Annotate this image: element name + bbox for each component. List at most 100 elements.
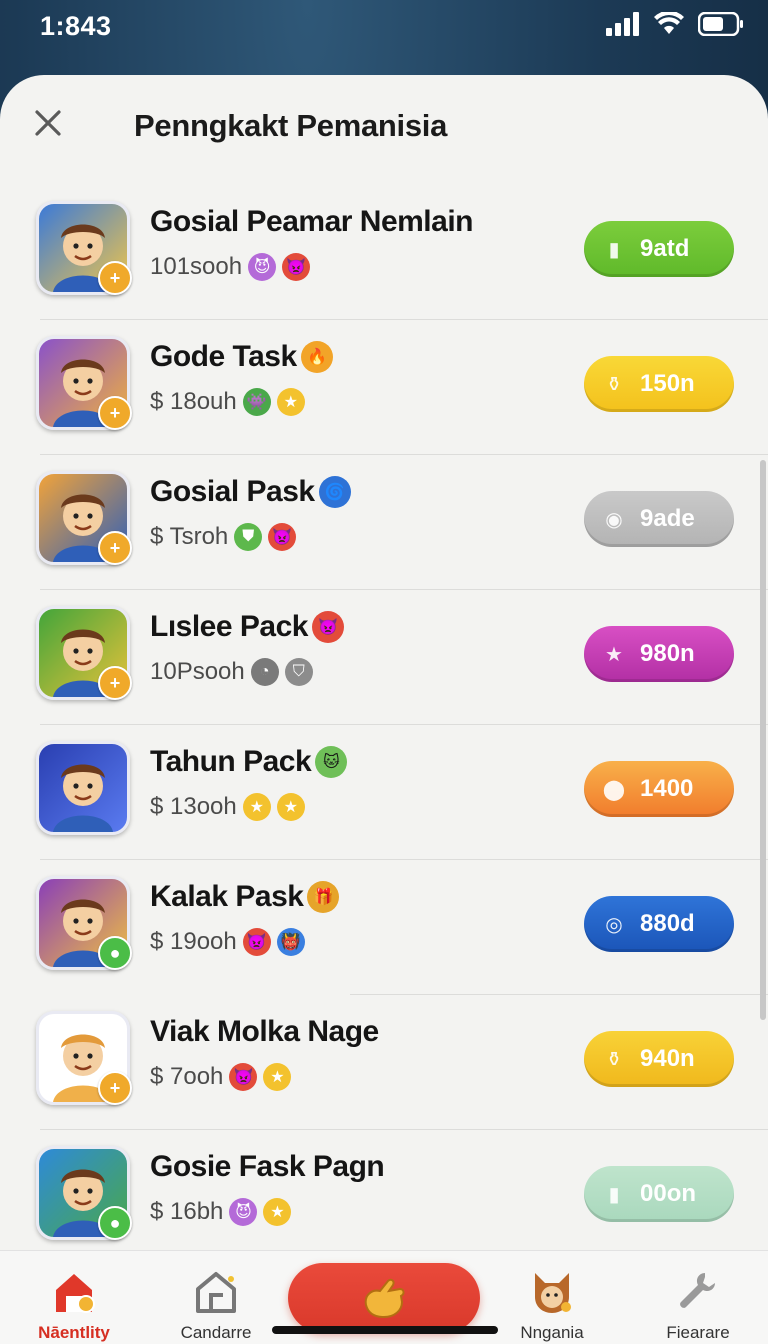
- pack-list: + Gosial Peamar Nemlain 101sooh 😈 👿 ▮ 9atd + God…: [0, 185, 768, 1265]
- medal-icon: ◉: [605, 508, 623, 531]
- home-indicator: [272, 1326, 498, 1334]
- tab-home-label: Nāentlity: [38, 1323, 110, 1342]
- pack-icon: [36, 741, 130, 835]
- pack-subtitle: $ 13ooh ★ ★: [150, 793, 305, 821]
- can-icon: ▮: [608, 238, 620, 261]
- blue-swirl-icon: 🌀: [318, 476, 351, 508]
- buy-button[interactable]: ⬤ 1400: [584, 761, 734, 817]
- shield-gray-icon: ⛉: [284, 658, 313, 686]
- status-bar: 1:843: [0, 0, 768, 70]
- red-devil-icon: 👿: [229, 1063, 258, 1091]
- status-time: 1:843: [40, 10, 112, 41]
- pack-badge-icon: +: [98, 396, 132, 430]
- star-icon: ★: [276, 388, 305, 416]
- pack-title-text: Viak Molka Nage: [150, 1015, 379, 1048]
- pack-price-label: $ 7ooh: [150, 1063, 224, 1090]
- pack-subtitle: $ Tsroh ⛊ 👿: [150, 523, 297, 551]
- buy-button[interactable]: ⚱ 150n: [584, 356, 734, 412]
- buy-button-label: 940n: [640, 1045, 695, 1072]
- fox-avatar-icon: [527, 1267, 577, 1317]
- close-icon: [35, 110, 61, 136]
- pack-badge-icon: ●: [98, 1206, 132, 1240]
- pack-title: Gode Task 🔥: [150, 340, 333, 374]
- tab-settings[interactable]: Fiearare: [638, 1251, 758, 1344]
- tab-store[interactable]: Candarre: [156, 1251, 276, 1344]
- buy-button[interactable]: ▮ 9atd: [584, 221, 734, 277]
- buy-button-label: 150n: [640, 370, 695, 397]
- pack-row[interactable]: + Gosial Pask 🌀 $ Tsroh ⛊ 👿 ◉ 9ade: [0, 455, 768, 590]
- buy-button[interactable]: ◉ 9ade: [584, 491, 734, 547]
- tab-profile-label: Nngania: [520, 1323, 584, 1342]
- purchase-sheet: Penngkakt Pemanisia + Gosial Peamar Nemla…: [0, 75, 768, 1344]
- red-devil-icon: 👿: [242, 928, 271, 956]
- pack-title-text: Gode Task: [150, 340, 297, 373]
- pack-row[interactable]: ● Kalak Pask 🎁 $ 19ooh 👿 👹 ◎ 880d: [0, 860, 768, 995]
- pack-row[interactable]: ● Gosie Fask Pagn $ 16bh 😈 ★ ▮ 00on: [0, 1130, 768, 1265]
- pack-title-text: Gosial Peamar Nemlain: [150, 205, 474, 238]
- blue-can-icon: ▮: [608, 1183, 620, 1206]
- signal-icon: [606, 11, 640, 41]
- pack-subtitle: 101sooh 😈 👿: [150, 253, 311, 281]
- star-icon: ★: [276, 793, 305, 821]
- pack-row[interactable]: + Gosial Peamar Nemlain 101sooh 😈 👿 ▮ 9atd: [0, 185, 768, 320]
- buy-button-label: 00on: [640, 1180, 697, 1207]
- buy-button[interactable]: ▮ 00on: [584, 1166, 734, 1222]
- pack-subtitle: $ 18ouh 👾 ★: [150, 388, 305, 416]
- shield-icon: ⛊: [234, 523, 263, 551]
- tab-center-action[interactable]: [288, 1263, 480, 1333]
- treasure-icon: 🎁: [307, 881, 340, 913]
- pack-row[interactable]: + Lıslee Pack 👿 10Psooh ◔ ⛉ ★ 980n: [0, 590, 768, 725]
- sheet-title: Penngkakt Pemanisia: [134, 108, 448, 143]
- store-icon: [191, 1267, 241, 1317]
- red-devil-icon: 👿: [311, 611, 344, 643]
- buy-button-label: 9atd: [640, 235, 690, 262]
- pack-subtitle: $ 16bh 😈 ★: [150, 1198, 292, 1226]
- hand-icon: [364, 1278, 405, 1319]
- pack-title: Tahun Pack 🐱: [150, 745, 348, 779]
- buy-button-label: 1400: [640, 775, 694, 802]
- pack-title-text: Kalak Pask: [150, 880, 304, 913]
- pack-title: Viak Molka Nage: [150, 1015, 379, 1049]
- battery-icon: [697, 11, 744, 41]
- pack-title: Gosie Fask Pagn: [150, 1150, 385, 1184]
- coin-stack-icon: ⚱: [605, 1048, 623, 1071]
- coin-stack-icon: ⚱: [605, 373, 623, 396]
- pack-subtitle: $ 7ooh 👿 ★: [150, 1063, 292, 1091]
- close-button[interactable]: [28, 103, 68, 143]
- pack-title-text: Gosie Fask Pagn: [150, 1150, 385, 1183]
- buy-button-label: 980n: [640, 640, 695, 667]
- pack-title-text: Lıslee Pack: [150, 610, 308, 643]
- pack-row[interactable]: + Viak Molka Nage $ 7ooh 👿 ★ ⚱ 940n: [0, 995, 768, 1130]
- pack-price-label: $ Tsroh: [150, 523, 229, 550]
- sheet-header: Penngkakt Pemanisia: [0, 75, 768, 185]
- pack-title: Lıslee Pack 👿: [150, 610, 344, 644]
- buy-button[interactable]: ◎ 880d: [584, 896, 734, 952]
- star-icon: ★: [242, 793, 271, 821]
- buy-button-label: 880d: [640, 910, 695, 937]
- tab-store-label: Candarre: [180, 1323, 252, 1342]
- pack-row[interactable]: Tahun Pack 🐱 $ 13ooh ★ ★ ⬤ 1400: [0, 725, 768, 860]
- green-alien-icon: 👾: [242, 388, 271, 416]
- status-icons: [606, 10, 744, 41]
- pack-badge-icon: +: [98, 261, 132, 295]
- blue-monster-icon: 👹: [276, 928, 305, 956]
- wifi-icon: [654, 10, 684, 41]
- scrollbar[interactable]: [760, 460, 766, 1020]
- pack-title: Gosial Pask 🌀: [150, 475, 351, 509]
- pack-price-label: $ 19ooh: [150, 928, 237, 955]
- pack-price-label: $ 18ouh: [150, 388, 237, 415]
- pack-price-label: 101sooh: [150, 253, 243, 280]
- tab-home[interactable]: Nāentlity: [14, 1251, 134, 1344]
- purple-devil-icon: 😈: [229, 1198, 258, 1226]
- tab-profile[interactable]: Nngania: [492, 1251, 612, 1344]
- red-devil-icon: 👿: [282, 253, 311, 281]
- pack-row[interactable]: + Gode Task 🔥 $ 18ouh 👾 ★ ⚱ 150n: [0, 320, 768, 455]
- buy-button[interactable]: ★ 980n: [584, 626, 734, 682]
- buy-button[interactable]: ⚱ 940n: [584, 1031, 734, 1087]
- pack-price-label: 10Psooh: [150, 658, 245, 685]
- pack-subtitle: $ 19ooh 👿 👹: [150, 928, 305, 956]
- star-burst-icon: ★: [605, 643, 623, 666]
- pack-title-text: Gosial Pask: [150, 475, 315, 508]
- pack-badge-icon: +: [98, 666, 132, 700]
- purple-coin-icon: ⬤: [602, 778, 626, 801]
